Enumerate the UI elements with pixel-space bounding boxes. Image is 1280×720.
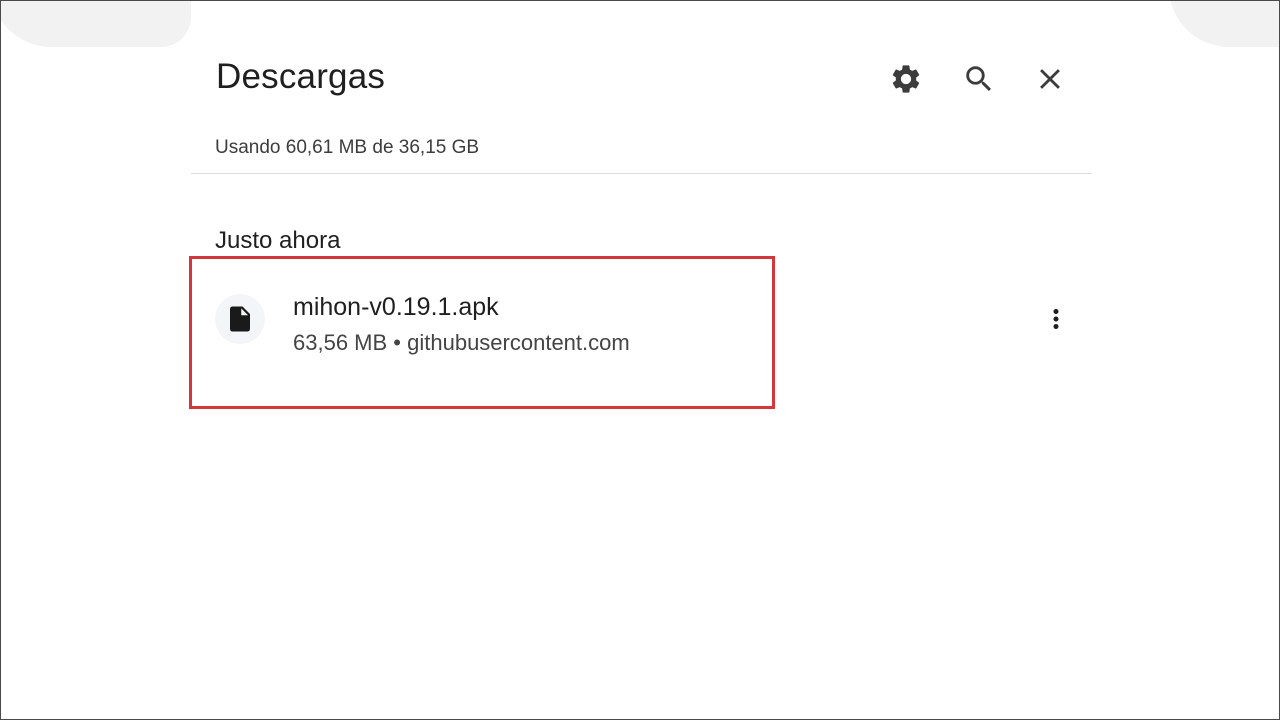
download-item[interactable]: mihon-v0.19.1.apk 63,56 MB • githubuserc… <box>191 257 1091 405</box>
page-title: Descargas <box>216 57 386 96</box>
section-header-now: Justo ahora <box>215 227 341 254</box>
gear-icon <box>892 65 920 93</box>
search-icon <box>966 66 992 92</box>
download-file-name[interactable]: mihon-v0.19.1.apk <box>293 293 499 322</box>
file-icon <box>230 306 250 332</box>
corner-shade-left <box>1 1 191 47</box>
download-source-domain: githubusercontent.com <box>407 330 630 355</box>
close-button[interactable] <box>1030 59 1070 99</box>
downloads-window: Descargas Usando 60,61 MB de 36,15 GB Ju… <box>0 0 1280 720</box>
more-options-button[interactable] <box>1041 299 1071 339</box>
close-icon <box>1040 69 1060 89</box>
meta-separator: • <box>393 330 401 355</box>
download-file-meta: 63,56 MB • githubusercontent.com <box>293 330 630 356</box>
download-file-size: 63,56 MB <box>293 330 388 355</box>
file-icon-container <box>215 294 265 344</box>
header-divider <box>191 173 1092 174</box>
corner-shade-right <box>1169 1 1279 47</box>
more-vert-icon <box>1053 309 1059 329</box>
storage-usage-text: Usando 60,61 MB de 36,15 GB <box>215 137 480 158</box>
search-button[interactable] <box>959 59 999 99</box>
settings-button[interactable] <box>886 59 926 99</box>
